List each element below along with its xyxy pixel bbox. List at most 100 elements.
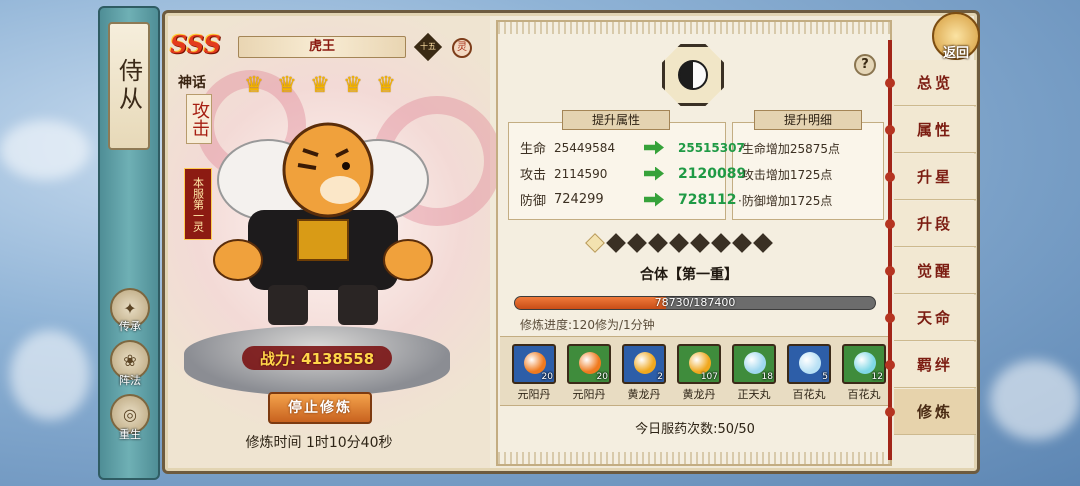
stat-row-defense: 防御 724299 728112 — [520, 190, 736, 210]
pill-name: 元阳丹 — [517, 388, 551, 401]
tab-0[interactable]: 总览 — [894, 60, 976, 106]
stat-old-value: 25449584 — [554, 140, 616, 155]
training-rate: 修炼进度:120修为/1分钟 — [520, 318, 655, 332]
detail-line: ·攻击增加1725点 — [738, 168, 833, 182]
pill-item[interactable]: 2 — [622, 344, 666, 384]
tiger-head — [282, 122, 374, 218]
rebirth-label: 重生 — [119, 428, 141, 441]
pill-icon — [634, 352, 656, 374]
leg-right — [338, 285, 378, 325]
pill-name: 黄龙丹 — [682, 388, 716, 401]
pill-icon — [524, 352, 546, 374]
tab-3[interactable]: 升段 — [894, 201, 976, 247]
inheritance-label: 传承 — [119, 320, 141, 333]
pill-name: 百花丸 — [847, 388, 881, 401]
stat-old-value: 724299 — [554, 192, 604, 207]
level-diamond-icon — [690, 233, 710, 253]
merge-title: 合体【第一重】 — [640, 267, 738, 283]
pill-count-badge: 2 — [657, 372, 663, 382]
star-icon: ♛ — [343, 73, 363, 98]
pill-item[interactable]: 18 — [732, 344, 776, 384]
tab-dot — [885, 407, 895, 417]
pill-count-badge: 18 — [761, 372, 773, 382]
level-diamond-icon — [648, 233, 668, 253]
background-cloud — [990, 360, 1080, 440]
star-icon: ♛ — [376, 73, 396, 98]
merge-level-indicator — [585, 233, 773, 253]
detail-line: ·防御增加1725点 — [738, 194, 833, 208]
star-icon: ♛ — [244, 73, 264, 98]
border-pattern — [498, 22, 892, 34]
tab-6[interactable]: 羁绊 — [894, 342, 976, 388]
pill-icon — [744, 352, 766, 374]
pill-count-badge: 20 — [596, 372, 608, 382]
stop-training-button[interactable]: 停止修炼 — [268, 392, 372, 424]
pill-icon — [689, 352, 711, 374]
tiger-muzzle — [320, 176, 360, 204]
tab-5[interactable]: 天命 — [894, 295, 976, 341]
daily-pill-count: 今日服药次数:50/50 — [635, 422, 755, 437]
level-tag-text: 十五 — [420, 42, 436, 51]
arrow-right-icon — [644, 166, 664, 181]
pill-item[interactable]: 20 — [512, 344, 556, 384]
level-diamond-icon — [585, 233, 605, 253]
tab-dot — [885, 313, 895, 323]
belt-buckle — [297, 219, 349, 261]
stat-new-value: 25515307 — [678, 140, 745, 155]
level-diamond-icon — [606, 233, 626, 253]
background-cloud — [0, 120, 90, 180]
pill-icon — [799, 352, 821, 374]
pill-count-badge: 20 — [541, 372, 553, 382]
pill-item[interactable]: 20 — [567, 344, 611, 384]
arrow-right-icon — [644, 140, 664, 155]
detail-title: 提升明细 — [754, 110, 862, 130]
pill-count-badge: 12 — [871, 372, 883, 382]
grade-label: 神话 — [178, 75, 206, 91]
yinyang-icon — [678, 60, 708, 90]
tab-7[interactable]: 修炼 — [894, 389, 976, 435]
level-diamond-icon — [627, 233, 647, 253]
border-pattern — [498, 452, 892, 464]
pill-name: 黄龙丹 — [627, 388, 661, 401]
training-time: 修炼时间 1时10分40秒 — [245, 435, 393, 451]
star-icon: ♛ — [277, 73, 297, 98]
paw-left — [213, 239, 263, 281]
tab-dot — [885, 172, 895, 182]
stat-row-attack: 攻击 2114590 2120089 — [520, 164, 747, 184]
arrow-right-icon — [644, 192, 664, 207]
stats-title: 提升属性 — [562, 110, 670, 130]
pill-count-badge: 5 — [822, 372, 828, 382]
pill-icon — [579, 352, 601, 374]
return-label[interactable]: 返回 — [934, 42, 978, 61]
tab-1[interactable]: 属性 — [894, 107, 976, 153]
grade-logo: SSS — [170, 30, 221, 59]
page-title: 侍从 — [108, 22, 150, 150]
pill-item[interactable]: 12 — [842, 344, 886, 384]
pill-count-badge: 107 — [700, 372, 718, 382]
level-diamond-icon — [732, 233, 752, 253]
star-icon: ♛ — [310, 73, 330, 98]
level-diamond-icon — [753, 233, 773, 253]
pill-name: 百花丸 — [792, 388, 826, 401]
rebirth-icon: ◎ — [123, 404, 137, 424]
tiger-eye — [342, 162, 350, 170]
tab-dot — [885, 78, 895, 88]
hero-name: 虎王 — [238, 36, 406, 58]
tab-rail — [888, 40, 892, 460]
tab-2[interactable]: 升星 — [894, 154, 976, 200]
stat-name: 生命 — [520, 142, 547, 157]
spirit-tag: 灵 — [452, 38, 472, 58]
level-tag: 十五 — [413, 32, 443, 62]
stat-name: 攻击 — [520, 168, 547, 183]
progress-text: 78730/187400 — [654, 296, 736, 309]
pill-item[interactable]: 5 — [787, 344, 831, 384]
pill-name: 元阳丹 — [572, 388, 606, 401]
tab-4[interactable]: 觉醒 — [894, 248, 976, 294]
stat-new-value: 2120089 — [678, 165, 747, 182]
tab-dot — [885, 266, 895, 276]
leg-left — [268, 285, 308, 325]
combat-power: 战力: 4138558 — [242, 346, 392, 370]
tab-dot — [885, 360, 895, 370]
pill-item[interactable]: 107 — [677, 344, 721, 384]
help-button[interactable]: ? — [854, 54, 876, 76]
